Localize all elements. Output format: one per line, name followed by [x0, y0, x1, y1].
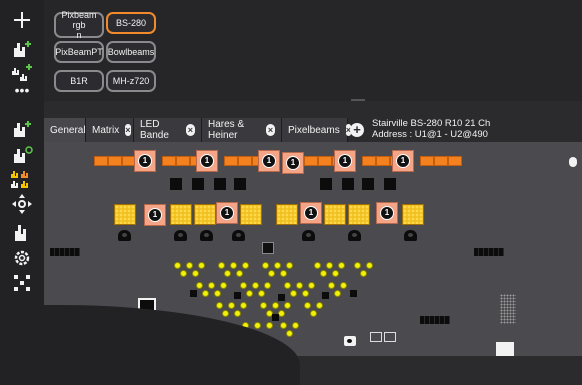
left-toolbar: •••: [0, 0, 44, 356]
moving-head-fixture[interactable]: 1: [300, 202, 322, 224]
fixture-info-model: Stairville BS-280 R10 21 Ch: [372, 118, 491, 129]
select-hand-icon[interactable]: [4, 118, 40, 140]
moving-head-fixture[interactable]: 1: [376, 202, 398, 224]
fixture-info-address: Address : U1@1 - U2@490: [372, 129, 488, 140]
multi-select-hands-icon[interactable]: [4, 168, 40, 190]
add-tab-icon[interactable]: +: [350, 123, 364, 137]
tab-label: Pixelbeams: [288, 124, 340, 136]
fixture-info: Stairville BS-280 R10 21 Ch Address : U1…: [372, 118, 490, 140]
fixture-type-b1r[interactable]: B1R: [54, 70, 104, 92]
arrange-icon[interactable]: [4, 272, 40, 294]
hand-settings-icon[interactable]: [4, 144, 40, 166]
move-arrows-icon[interactable]: [4, 192, 40, 216]
add-icon[interactable]: [4, 8, 40, 32]
tab-bar: General Matrix × LED Bande × Hares & Heine…: [44, 118, 582, 142]
fixture-type-pixbeam-rgb[interactable]: Pixbeam rgb n: [54, 10, 104, 40]
tab-label: Hares & Heiner: [208, 119, 245, 141]
moving-head-fixture[interactable]: 1: [134, 150, 156, 172]
close-icon[interactable]: ×: [125, 124, 131, 136]
moving-head-fixture[interactable]: 1: [334, 150, 356, 172]
fixture-type-panel: Pixbeam rgb n BS-280 PixBeamPT Bowlbeams …: [44, 0, 582, 101]
close-icon[interactable]: ×: [185, 124, 195, 136]
add-fixture-hand-icon[interactable]: [4, 38, 40, 60]
moving-head-fixture[interactable]: 1: [258, 150, 280, 172]
panel-resize-handle[interactable]: [351, 99, 365, 101]
moving-head-fixture[interactable]: 1: [216, 202, 238, 224]
fixture-type-mh-z720[interactable]: MH-z720: [106, 70, 156, 92]
tab-matrix[interactable]: Matrix ×: [86, 118, 134, 142]
fixture-type-bowlbeams[interactable]: Bowlbeams: [106, 41, 156, 63]
fixture-type-pixbeampt[interactable]: PixBeamPT: [54, 41, 104, 63]
add-group-hand-icon[interactable]: [4, 62, 40, 84]
moving-head-fixture[interactable]: 1: [282, 152, 304, 174]
tab-led-bande[interactable]: LED Bande ×: [134, 118, 202, 142]
tab-label: Matrix: [92, 124, 120, 136]
moving-head-fixture[interactable]: 1: [196, 150, 218, 172]
tab-label: General: [50, 124, 86, 136]
tab-pixelbeams[interactable]: Pixelbeams ×: [282, 118, 351, 142]
tab-hares-heiner[interactable]: Hares & Heiner ×: [202, 118, 282, 142]
tab-general[interactable]: General: [44, 118, 86, 142]
fixture-type-bs-280[interactable]: BS-280: [106, 12, 156, 34]
close-icon[interactable]: ×: [265, 124, 275, 136]
tab-label: LED Bande: [140, 119, 169, 141]
moving-head-fixture[interactable]: 1: [144, 204, 166, 226]
settings-gear-icon[interactable]: [4, 246, 40, 270]
hand-icon[interactable]: [4, 220, 40, 244]
more-icon[interactable]: •••: [4, 83, 40, 97]
moving-head-fixture[interactable]: 1: [392, 150, 414, 172]
